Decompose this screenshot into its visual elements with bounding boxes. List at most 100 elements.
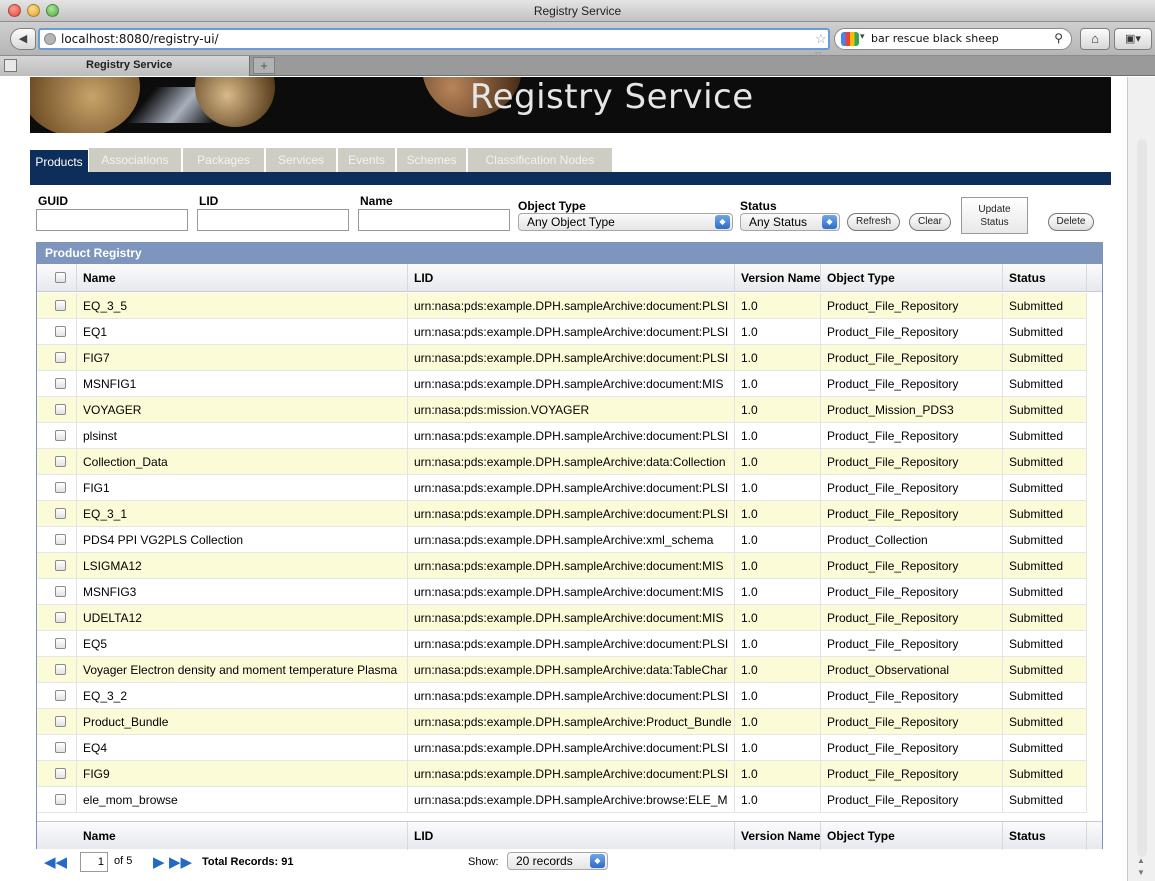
grid-caption: Product Registry xyxy=(37,243,1102,264)
browser-tab-title: Registry Service xyxy=(86,59,173,71)
cell-name: ele_mom_browse xyxy=(77,787,408,813)
row-checkbox[interactable] xyxy=(55,300,66,311)
cell-version-name: 1.0 xyxy=(735,475,821,501)
cell-version-name: 1.0 xyxy=(735,735,821,761)
tab-events[interactable]: Events xyxy=(338,148,395,172)
table-row[interactable]: UDELTA12 urn:nasa:pds:example.DPH.sampleA… xyxy=(37,605,1087,631)
table-row[interactable]: EQ1 urn:nasa:pds:example.DPH.sampleArchiv… xyxy=(37,319,1087,345)
table-row[interactable]: MSNFIG3 urn:nasa:pds:example.DPH.sampleAr… xyxy=(37,579,1087,605)
row-checkbox[interactable] xyxy=(55,508,66,519)
clear-button[interactable]: Clear xyxy=(909,213,951,231)
row-checkbox[interactable] xyxy=(55,560,66,571)
page-number-input[interactable]: 1 xyxy=(80,852,108,872)
search-icon[interactable]: ⚲ xyxy=(1054,31,1063,45)
table-row[interactable]: plsinst urn:nasa:pds:example.DPH.sampleAr… xyxy=(37,423,1087,449)
row-checkbox[interactable] xyxy=(55,482,66,493)
tab-products[interactable]: Products xyxy=(30,150,88,173)
cell-status: Submitted xyxy=(1003,501,1087,527)
cell-status: Submitted xyxy=(1003,397,1087,423)
cell-object-type: Product_File_Repository xyxy=(821,735,1003,761)
cell-name: FIG7 xyxy=(77,345,408,371)
search-bar[interactable]: ▾ bar rescue black sheep ⚲ xyxy=(834,28,1072,50)
row-checkbox[interactable] xyxy=(55,456,66,467)
status-select[interactable]: Any Status ◆ xyxy=(740,213,840,231)
row-checkbox[interactable] xyxy=(55,326,66,337)
table-row[interactable]: EQ4 urn:nasa:pds:example.DPH.sampleArchiv… xyxy=(37,735,1087,761)
scrollbar-thumb[interactable] xyxy=(1137,139,1147,857)
home-button[interactable]: ⌂ xyxy=(1080,28,1110,50)
name-input[interactable] xyxy=(358,209,510,231)
row-checkbox[interactable] xyxy=(55,586,66,597)
row-checkbox[interactable] xyxy=(55,612,66,623)
row-checkbox[interactable] xyxy=(55,768,66,779)
tab-packages[interactable]: Packages xyxy=(183,148,264,172)
scroll-down-icon[interactable]: ▼ xyxy=(1137,868,1145,877)
row-checkbox[interactable] xyxy=(55,352,66,363)
column-header-lid[interactable]: LID xyxy=(408,264,735,292)
cell-name: MSNFIG1 xyxy=(77,371,408,397)
row-checkbox[interactable] xyxy=(55,794,66,805)
row-checkbox[interactable] xyxy=(55,378,66,389)
product-registry-grid: Product Registry Name LID Version Name O… xyxy=(36,242,1103,850)
scroll-up-icon[interactable]: ▲ xyxy=(1137,856,1145,865)
row-checkbox[interactable] xyxy=(55,430,66,441)
new-tab-button[interactable]: + xyxy=(253,57,275,74)
table-row[interactable]: EQ_3_1 urn:nasa:pds:example.DPH.sampleArc… xyxy=(37,501,1087,527)
row-checkbox[interactable] xyxy=(55,638,66,649)
page-scrollbar[interactable]: ▲ ▼ xyxy=(1127,77,1155,881)
cell-object-type: Product_Collection xyxy=(821,527,1003,553)
column-header-version-name[interactable]: Version Name xyxy=(735,264,821,292)
table-row[interactable]: PDS4 PPI VG2PLS Collection urn:nasa:pds:e… xyxy=(37,527,1087,553)
column-header-object-type[interactable]: Object Type xyxy=(821,264,1003,292)
column-header-status[interactable]: Status xyxy=(1003,264,1087,292)
table-row[interactable]: FIG7 urn:nasa:pds:example.DPH.sampleArchi… xyxy=(37,345,1087,371)
tab-services[interactable]: Services xyxy=(266,148,336,172)
table-row[interactable]: ele_mom_browse urn:nasa:pds:example.DPH.s… xyxy=(37,787,1087,813)
bookmarks-menu-button[interactable]: ▣▾ xyxy=(1114,28,1152,50)
cell-lid: urn:nasa:pds:example.DPH.sampleArchive:d… xyxy=(408,735,735,761)
cell-lid: urn:nasa:pds:example.DPH.sampleArchive:d… xyxy=(408,501,735,527)
row-checkbox[interactable] xyxy=(55,690,66,701)
pager: ◀◀ 1 of 5 ▶ ▶▶ Total Records: 91 Show: 2… xyxy=(36,850,736,876)
total-records: Total Records: 91 xyxy=(202,856,294,868)
object-type-select[interactable]: Any Object Type ◆ xyxy=(518,213,733,231)
first-page-icon[interactable]: ◀◀ xyxy=(44,853,67,871)
table-row[interactable]: EQ5 urn:nasa:pds:example.DPH.sampleArchiv… xyxy=(37,631,1087,657)
column-header-name[interactable]: Name xyxy=(77,264,408,292)
table-row[interactable]: LSIGMA12 urn:nasa:pds:example.DPH.sampleA… xyxy=(37,553,1087,579)
update-status-button[interactable]: Update Status xyxy=(961,197,1028,234)
tab-schemes[interactable]: Schemes xyxy=(397,148,466,172)
row-checkbox[interactable] xyxy=(55,534,66,545)
lid-label: LID xyxy=(199,194,219,208)
table-row[interactable]: EQ_3_5 urn:nasa:pds:example.DPH.sampleArc… xyxy=(37,293,1087,319)
cell-object-type: Product_File_Repository xyxy=(821,709,1003,735)
refresh-button[interactable]: Refresh xyxy=(847,213,900,231)
records-per-page-select[interactable]: 20 records ◆ xyxy=(507,852,608,870)
guid-input[interactable] xyxy=(36,209,188,231)
tab-associations[interactable]: Associations xyxy=(89,148,181,172)
table-row[interactable]: MSNFIG1 urn:nasa:pds:example.DPH.sampleAr… xyxy=(37,371,1087,397)
table-row[interactable]: Collection_Data urn:nasa:pds:example.DPH.… xyxy=(37,449,1087,475)
address-bar[interactable]: localhost:8080/registry-ui/ ☆ ▿ C xyxy=(38,28,854,62)
last-page-icon[interactable]: ▶▶ xyxy=(169,853,192,871)
table-row[interactable]: EQ_3_2 urn:nasa:pds:example.DPH.sampleArc… xyxy=(37,683,1087,709)
row-checkbox[interactable] xyxy=(55,664,66,675)
select-all-checkbox[interactable] xyxy=(55,272,66,283)
next-page-icon[interactable]: ▶ xyxy=(153,853,165,871)
lid-input[interactable] xyxy=(197,209,349,231)
tab-classification-nodes[interactable]: Classification Nodes xyxy=(468,148,612,172)
table-row[interactable]: Voyager Electron density and moment temp… xyxy=(37,657,1087,683)
row-checkbox[interactable] xyxy=(55,716,66,727)
browser-tab[interactable]: Registry Service xyxy=(0,56,250,76)
row-checkbox[interactable] xyxy=(55,742,66,753)
table-row[interactable]: VOYAGER urn:nasa:pds:mission.VOYAGER 1.0 Pr… xyxy=(37,397,1087,423)
delete-button[interactable]: Delete xyxy=(1048,213,1094,231)
row-checkbox[interactable] xyxy=(55,404,66,415)
search-engine-dropdown-icon[interactable]: ▾ xyxy=(860,31,865,42)
table-row[interactable]: Product_Bundle urn:nasa:pds:example.DPH.s… xyxy=(37,709,1087,735)
back-button[interactable]: ◀ xyxy=(10,28,36,50)
search-engine-icon[interactable] xyxy=(841,32,859,46)
object-type-label: Object Type xyxy=(518,199,586,213)
table-row[interactable]: FIG9 urn:nasa:pds:example.DPH.sampleArchi… xyxy=(37,761,1087,787)
table-row[interactable]: FIG1 urn:nasa:pds:example.DPH.sampleArchi… xyxy=(37,475,1087,501)
